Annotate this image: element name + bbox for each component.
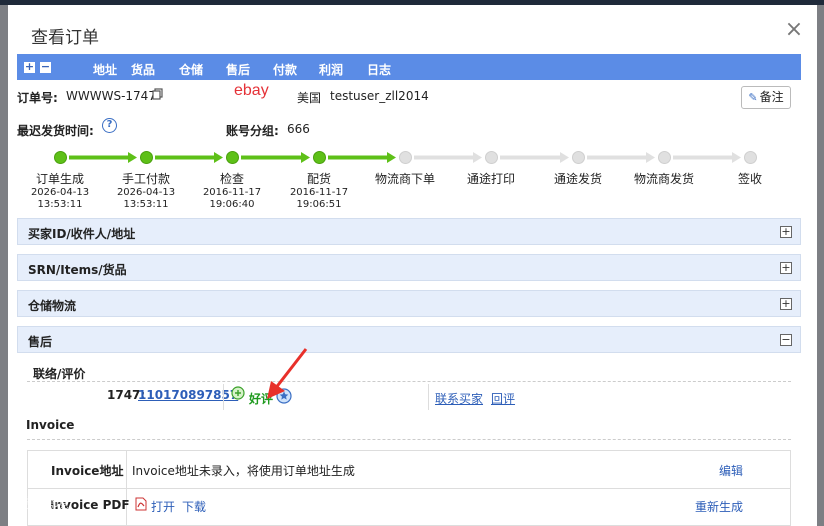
divider — [223, 384, 224, 410]
section-buyer-title: 买家ID/收件人/地址 — [28, 227, 136, 241]
account-group-value: 666 — [287, 122, 310, 136]
invoice-table: Invoice地址 Invoice地址未录入，将使用订单地址生成 编辑 Invo… — [27, 450, 791, 526]
section-warehouse[interactable]: 仓储物流 + — [17, 290, 801, 317]
step-arrow — [328, 152, 396, 163]
step-name: 签收 — [737, 172, 762, 186]
expand-icon[interactable]: + — [780, 298, 792, 310]
section-aftersale[interactable]: 售后 − — [17, 326, 801, 353]
section-aftersale-title: 售后 — [28, 335, 53, 349]
step-arrow — [587, 152, 655, 163]
background-right — [817, 5, 824, 526]
order-no-label: 订单号: — [17, 91, 58, 105]
step-clock: 19:06:40 — [209, 199, 255, 210]
step-dot — [226, 151, 239, 164]
step-arrow — [673, 152, 741, 163]
expand-icon[interactable]: + — [780, 262, 792, 274]
step-date: 2026-04-13 — [116, 187, 176, 198]
step-dot — [54, 151, 67, 164]
step-dot — [572, 151, 585, 164]
invoice-address-value: Invoice地址未录入，将使用订单地址生成 — [132, 464, 355, 478]
step-dot — [658, 151, 671, 164]
background-left — [0, 5, 8, 526]
step-dot — [399, 151, 412, 164]
step-name: 检查 — [219, 172, 244, 186]
pdf-icon — [135, 497, 147, 511]
step-arrow — [69, 152, 137, 163]
step-date: 2026-04-13 — [30, 187, 90, 198]
open-link[interactable]: 打开 — [151, 498, 175, 515]
reply-link[interactable]: 回评 — [491, 390, 515, 407]
expand-all-button[interactable]: + — [24, 61, 35, 73]
watermark: 八 数跨境 — [8, 496, 69, 512]
store-account: testuser_zll2014 — [330, 89, 429, 103]
remark-label: 备注 — [759, 90, 784, 104]
section-items-title: SRN/Items/货品 — [28, 263, 127, 277]
regenerate-link[interactable]: 重新生成 — [695, 498, 743, 515]
step-name: 物流商发货 — [633, 172, 694, 186]
collapse-icon[interactable]: − — [780, 334, 792, 346]
divider — [27, 381, 791, 382]
expand-icon[interactable]: + — [780, 226, 792, 238]
step-arrow — [414, 152, 482, 163]
close-icon[interactable]: × — [784, 18, 804, 42]
help-icon[interactable]: ? — [102, 118, 117, 133]
invoice-address-label: Invoice地址 — [51, 464, 124, 478]
invoice-title: Invoice — [26, 418, 75, 432]
step-clock: 13:53:11 — [123, 199, 169, 210]
remark-button[interactable]: ✎ 备注 — [741, 86, 791, 109]
step-time: 2016-11-17 19:06:40 — [190, 187, 274, 211]
section-warehouse-title: 仓储物流 — [28, 299, 77, 313]
dialog-title: 查看订单 — [31, 28, 99, 48]
divider — [27, 439, 791, 440]
step-name: 物流商下单 — [374, 172, 435, 186]
account-group-label: 账号分组: — [226, 124, 279, 138]
step-time: 2016-11-17 19:06:51 — [277, 187, 361, 211]
download-link[interactable]: 下载 — [182, 498, 206, 515]
message-icon[interactable] — [230, 386, 246, 402]
pencil-icon: ✎ — [748, 91, 758, 104]
order-dialog: 查看订单 × + − 地址 货品 仓储 售后 付款 利润 日志 订单号: WWW… — [8, 5, 817, 526]
step-time: 2026-04-13 13:53:11 — [18, 187, 102, 211]
step-date: 2016-11-17 — [289, 187, 349, 198]
step-dot — [313, 151, 326, 164]
divider — [428, 384, 429, 410]
tab-goods[interactable]: 货品 — [131, 61, 155, 78]
platform-logo: ebay — [234, 82, 269, 99]
step-date: 2016-11-17 — [202, 187, 262, 198]
step-name: 订单生成 — [35, 172, 84, 186]
step-name: 通途发货 — [553, 172, 602, 186]
step-time: 2026-04-13 13:53:11 — [104, 187, 188, 211]
tab-profit[interactable]: 利润 — [319, 61, 343, 78]
step-name: 通途打印 — [466, 172, 515, 186]
edit-link[interactable]: 编辑 — [719, 462, 743, 479]
step-dot — [485, 151, 498, 164]
tab-bar: + − 地址 货品 仓储 售后 付款 利润 日志 — [17, 54, 801, 80]
step-arrow — [500, 152, 569, 163]
section-buyer[interactable]: 买家ID/收件人/地址 + — [17, 218, 801, 245]
tab-address[interactable]: 地址 — [93, 61, 117, 78]
step-name: 配货 — [306, 172, 331, 186]
contact-title: 联络/评价 — [33, 367, 86, 381]
order-no-value: WWWWS-1747 — [66, 89, 156, 103]
step-name: 手工付款 — [121, 172, 170, 186]
collapse-all-button[interactable]: − — [40, 61, 51, 73]
progress-steps: 订单生成 2026-04-13 13:53:11 手工付款 2026-04-13 13:5… — [8, 145, 817, 215]
tab-aftersale[interactable]: 售后 — [226, 61, 250, 78]
annotation-arrow — [267, 348, 308, 399]
step-dot — [140, 151, 153, 164]
tab-log[interactable]: 日志 — [367, 61, 391, 78]
last-ship-label: 最迟发货时间: — [17, 124, 94, 138]
divider — [28, 488, 790, 489]
country: 美国 — [297, 91, 322, 105]
contact-buyer-link[interactable]: 联系买家 — [435, 390, 483, 407]
copy-icon[interactable] — [152, 88, 163, 100]
tab-payment[interactable]: 付款 — [273, 61, 297, 78]
section-items[interactable]: SRN/Items/货品 + — [17, 254, 801, 281]
step-clock: 19:06:51 — [296, 199, 342, 210]
tab-warehouse[interactable]: 仓储 — [179, 61, 203, 78]
step-arrow — [241, 152, 310, 163]
step-dot — [744, 151, 757, 164]
step-clock: 13:53:11 — [37, 199, 83, 210]
step-arrow — [155, 152, 223, 163]
